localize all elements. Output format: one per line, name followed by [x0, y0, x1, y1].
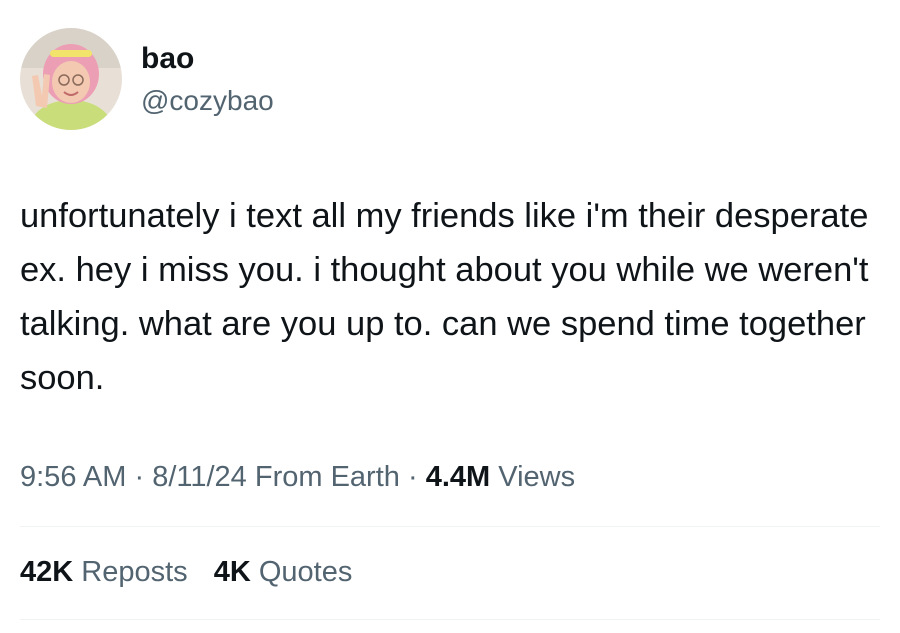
tweet-source: From Earth: [254, 461, 400, 493]
meta-separator: ·: [134, 461, 145, 493]
tweet-text: unfortunately i text all my friends like…: [20, 197, 869, 397]
display-name[interactable]: bao: [141, 42, 194, 76]
quotes-label: Quotes: [258, 556, 353, 588]
reposts-stat[interactable]: 42K Reposts: [20, 554, 188, 590]
divider: [20, 526, 880, 527]
quotes-count: 4K: [213, 556, 251, 588]
quotes-stat[interactable]: 4K Quotes: [214, 554, 353, 590]
views-label: Views: [498, 461, 576, 493]
meta-separator: ·: [407, 461, 418, 493]
tweet-meta: 9:56 AM · 8/11/24 From Earth · 4.4M View…: [20, 459, 575, 495]
reposts-label: Reposts: [81, 556, 188, 588]
engagement-stats: 42K Reposts 4K Quotes: [20, 554, 370, 590]
views-count: 4.4M: [425, 461, 491, 493]
avatar[interactable]: [20, 28, 122, 130]
divider: [20, 619, 880, 620]
reposts-count: 42K: [20, 556, 74, 588]
profile-photo-avatar-icon: [20, 28, 122, 130]
tweet-date[interactable]: 8/11/24: [152, 461, 247, 493]
tweet-card: bao @cozybao unfortunately i text all my…: [0, 0, 900, 633]
user-handle[interactable]: @cozybao: [141, 84, 274, 118]
tweet-time[interactable]: 9:56 AM: [20, 461, 126, 493]
